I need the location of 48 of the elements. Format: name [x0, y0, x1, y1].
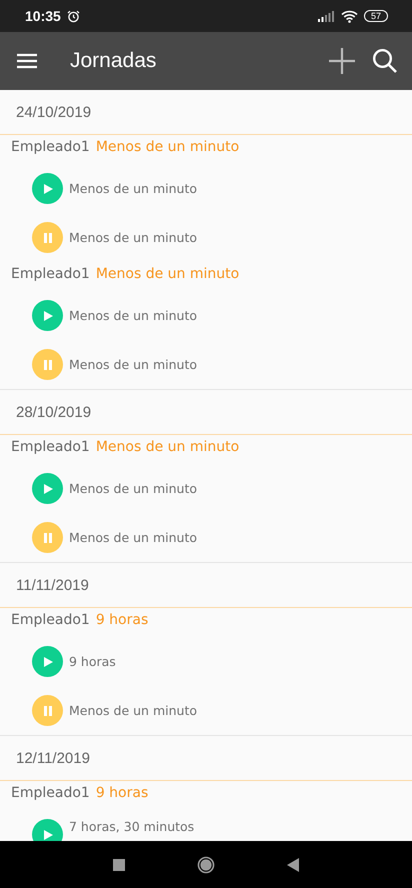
event-duration: Menos de un minuto	[69, 308, 197, 323]
shift-duration: Menos de un minuto	[96, 266, 240, 282]
play-icon	[32, 646, 63, 677]
search-icon	[372, 48, 398, 74]
play-icon	[32, 173, 63, 204]
pause-icon	[32, 695, 63, 726]
event-duration: Menos de un minuto	[69, 481, 197, 496]
shift-duration: Menos de un minuto	[96, 139, 240, 155]
shift-item[interactable]: Empleado1 9 horas 9 horas Menos de un minuto	[0, 608, 412, 735]
back-button[interactable]	[287, 858, 299, 872]
shift-duration: 9 horas	[96, 785, 148, 801]
shift-duration: Menos de un minuto	[96, 439, 240, 455]
wifi-icon	[340, 10, 358, 22]
event-duration: 9 horas	[69, 654, 116, 669]
employee-name: Empleado1	[11, 785, 90, 801]
recents-button[interactable]	[113, 858, 125, 870]
event-duration: Menos de un minuto	[69, 530, 197, 545]
pause-icon	[32, 522, 63, 553]
battery-level: 57	[364, 10, 388, 22]
pause-icon	[32, 349, 63, 380]
event-duration: 7 horas, 30 minutos	[69, 819, 194, 834]
event-duration: Menos de un minuto	[69, 181, 197, 196]
home-button[interactable]	[197, 856, 215, 874]
alarm-clock-icon	[66, 10, 80, 22]
employee-name: Empleado1	[11, 612, 90, 628]
shift-item[interactable]: Empleado1 Menos de un minuto Menos de un minuto Menos de un minuto	[0, 435, 412, 562]
employee-name: Empleado1	[11, 139, 90, 155]
signal-icon	[318, 10, 335, 22]
play-icon	[32, 300, 63, 331]
date-header: 12/11/2019	[16, 750, 90, 766]
plus-icon	[328, 47, 356, 75]
event-duration: Menos de un minuto	[69, 357, 197, 372]
pause-icon	[32, 222, 63, 253]
date-header: 28/10/2019	[16, 404, 92, 420]
date-header: 11/11/2019	[16, 576, 89, 594]
shift-item[interactable]: Empleado1 Menos de un minuto Menos de un minuto Menos de un minuto	[0, 262, 412, 389]
event-duration: Menos de un minuto	[69, 230, 197, 245]
clock-time: 10:35	[25, 8, 61, 24]
menu-icon	[16, 53, 38, 69]
play-icon	[32, 473, 63, 504]
event-duration: Menos de un minuto	[69, 703, 197, 718]
employee-name: Empleado1	[11, 266, 90, 282]
date-header: 24/10/2019	[16, 104, 92, 120]
shift-duration: 9 horas	[96, 612, 148, 628]
employee-name: Empleado1	[11, 439, 90, 455]
screen-title: Jornadas	[70, 49, 156, 73]
shift-item[interactable]: Empleado1 Menos de un minuto Menos de un minuto Menos de un minuto	[0, 135, 412, 262]
play-icon	[32, 819, 63, 841]
